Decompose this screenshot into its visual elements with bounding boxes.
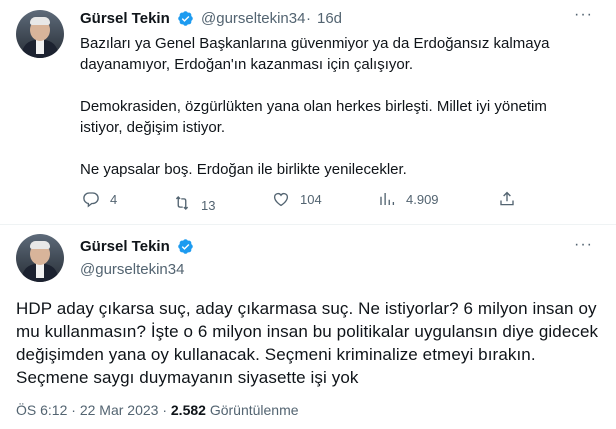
separator-dot: ·	[71, 402, 76, 418]
verified-badge-icon	[178, 239, 193, 254]
separator-dot: ·	[162, 402, 167, 418]
views-count: 4.909	[406, 191, 439, 207]
reply-icon	[83, 192, 99, 208]
views-count: 2.582	[170, 402, 206, 418]
like-count: 104	[300, 191, 322, 207]
author-handle[interactable]: @gurseltekin34	[201, 10, 305, 27]
tweet-time[interactable]: ÖS 6:12	[16, 402, 67, 418]
more-icon[interactable]: ···	[574, 6, 593, 24]
retweet-icon	[175, 195, 189, 210]
views-label: Görüntülenme	[209, 402, 299, 418]
share-button[interactable]	[498, 190, 526, 208]
author-name[interactable]: Gürsel Tekin	[80, 238, 170, 255]
reply-button[interactable]: 4	[82, 190, 117, 208]
like-icon	[273, 192, 289, 207]
author-name[interactable]: Gürsel Tekin	[80, 10, 170, 27]
tweet-divider	[0, 224, 616, 225]
tweet-time[interactable]: 16d	[317, 10, 342, 27]
reply-count: 4	[110, 191, 118, 207]
share-icon	[500, 191, 514, 206]
views-button[interactable]: 4.909	[378, 190, 439, 208]
author-handle[interactable]: @gurseltekin34	[80, 261, 184, 278]
views-icon	[380, 193, 395, 205]
tweet-date[interactable]: 22 Mar 2023	[80, 402, 159, 418]
verified-badge-icon	[178, 11, 193, 26]
like-button[interactable]: 104	[272, 190, 322, 208]
retweet-count: 13	[201, 198, 216, 213]
retweet-button[interactable]: 13	[173, 192, 215, 213]
reply-tweet-text: Bazıları ya Genel Başkanlarına güvenmiyo…	[80, 35, 550, 178]
avatar[interactable]	[16, 234, 64, 282]
tweet-meta: ÖS 6:12 · 22 Mar 2023 · 2.582 Görüntülen…	[16, 402, 299, 418]
main-tweet-text: HDP aday çıkarsa suç, aday çıkarmasa suç…	[16, 299, 599, 387]
more-icon[interactable]: ···	[574, 236, 593, 254]
separator-dot: ·	[306, 10, 311, 27]
avatar[interactable]	[16, 10, 64, 58]
